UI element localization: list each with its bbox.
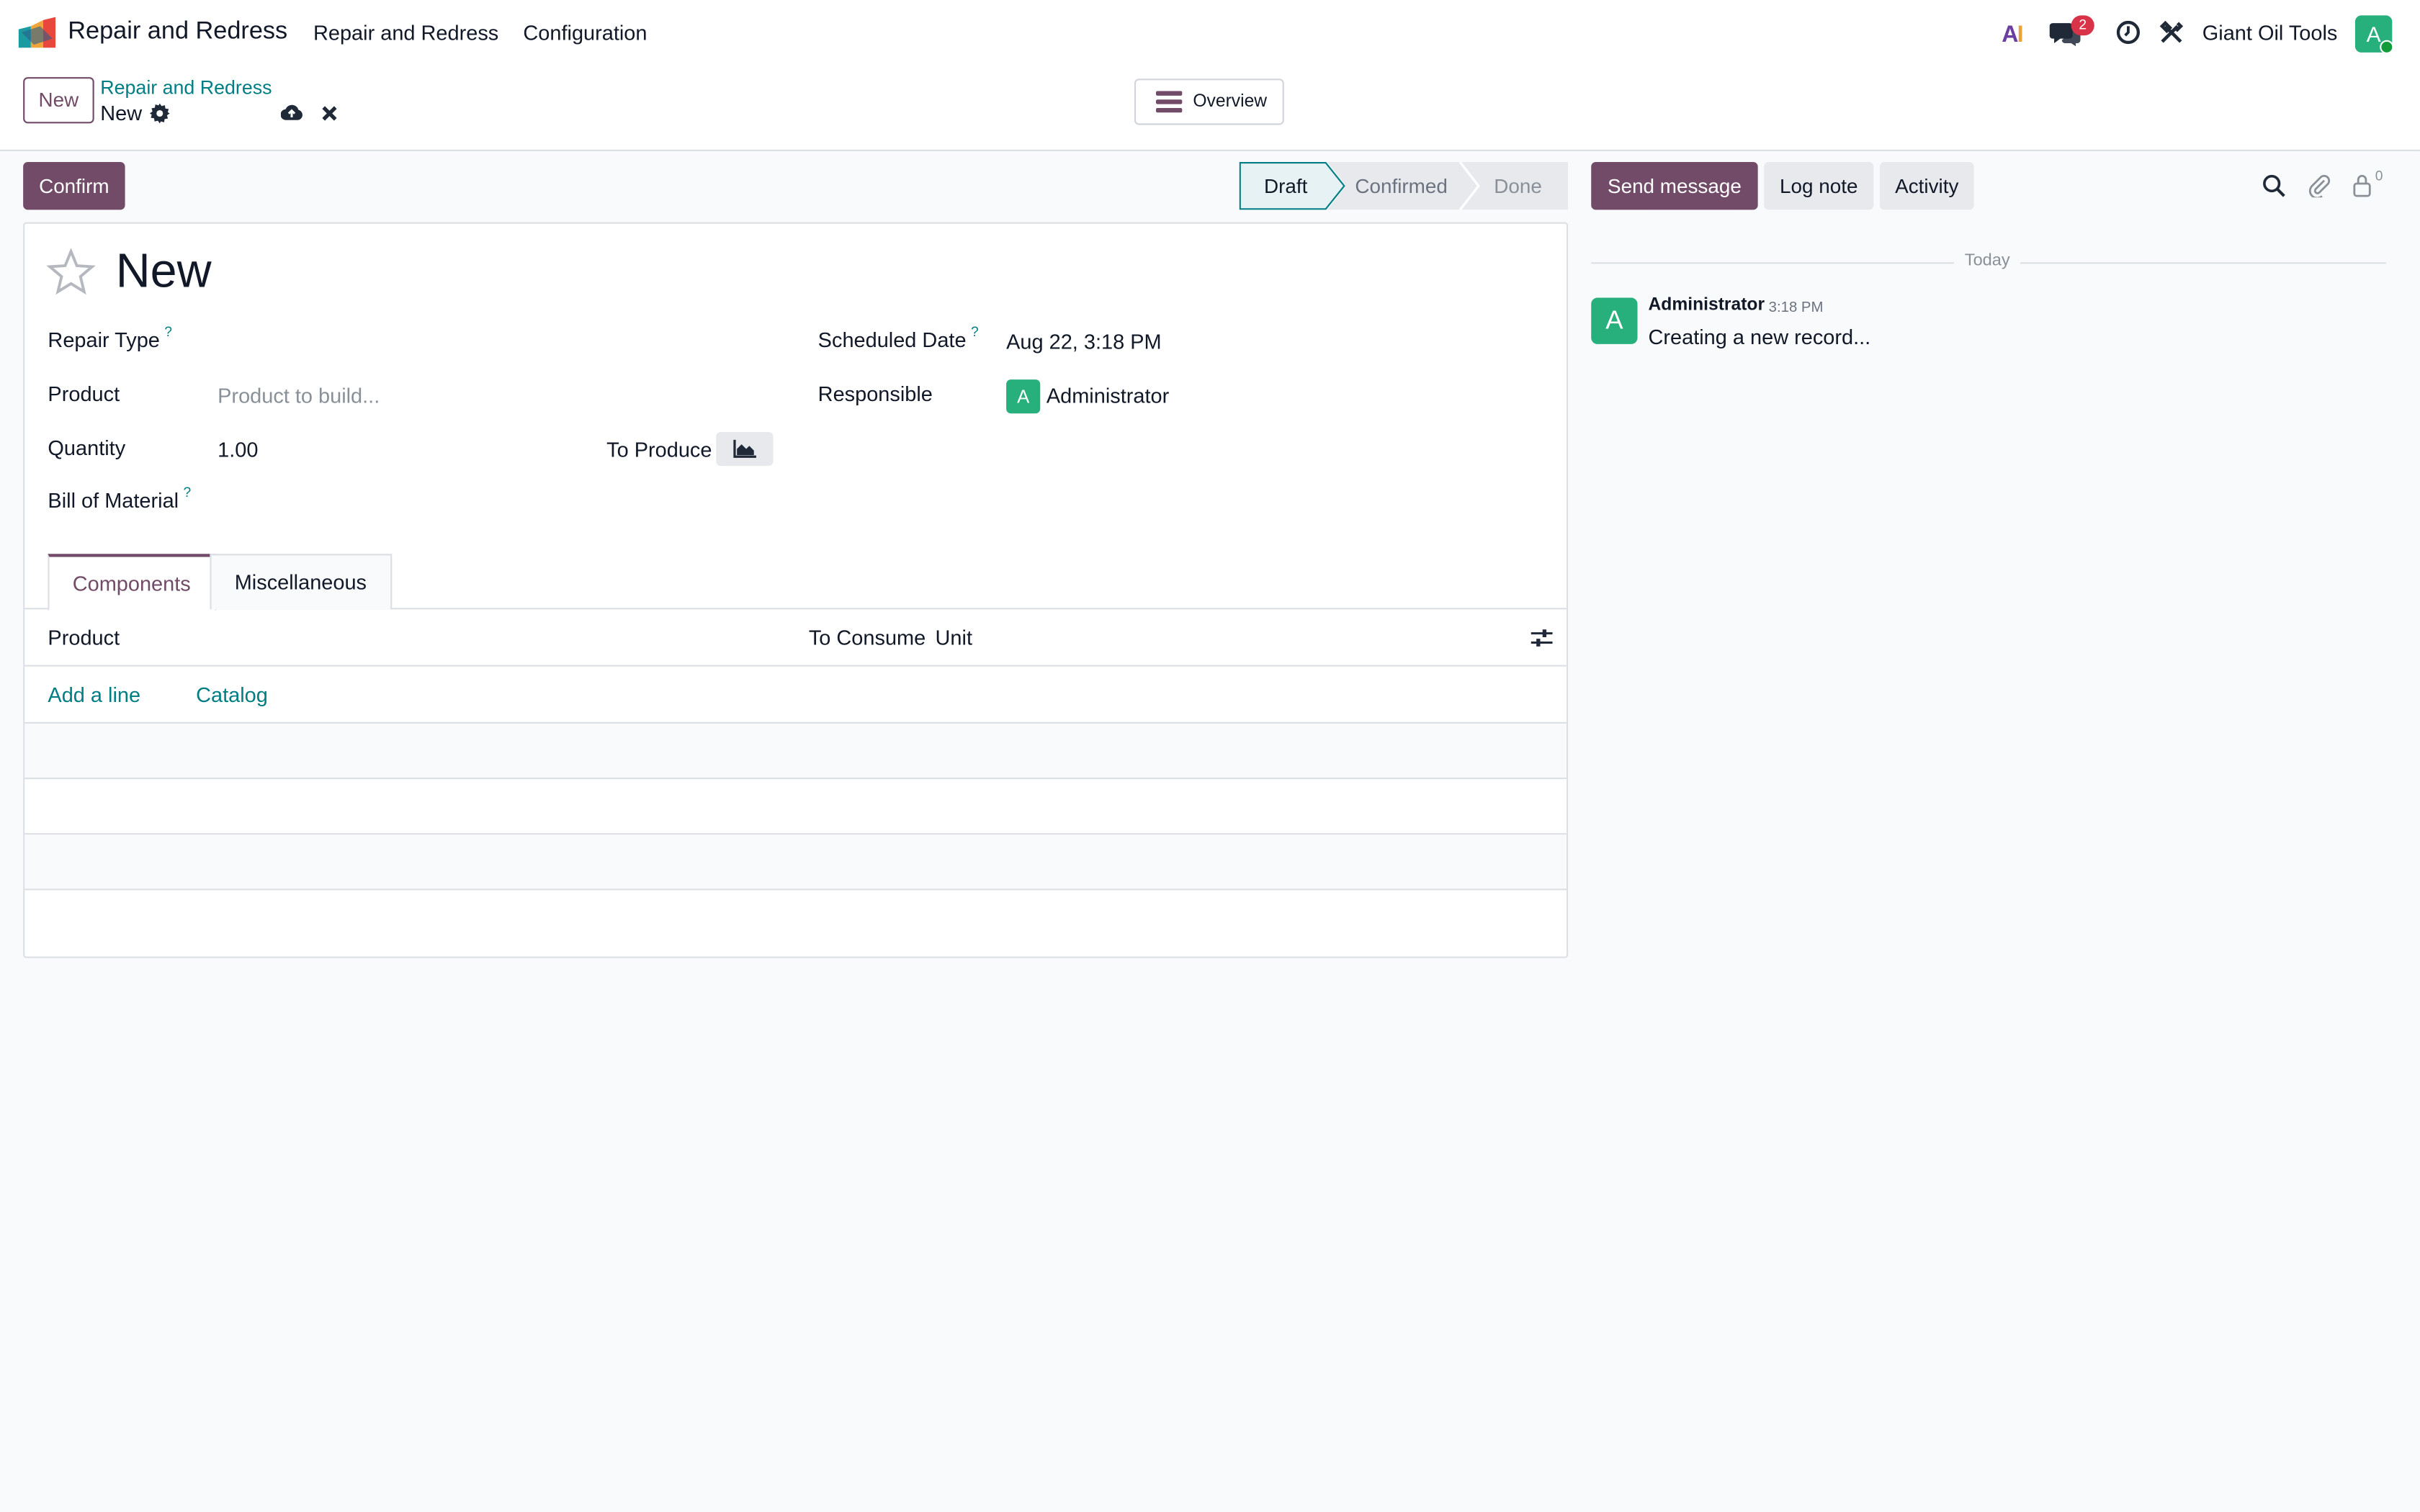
product-input[interactable]: Product to build... — [218, 384, 380, 408]
overview-button[interactable]: Overview — [1134, 78, 1284, 125]
empty-row — [24, 834, 1567, 891]
company-switcher[interactable]: Giant Oil Tools — [2202, 22, 2338, 45]
page: Repair and Redress Repair and Redress Co… — [0, 0, 2420, 1512]
ai-icon[interactable]: A I — [2002, 20, 2030, 45]
gear-icon[interactable] — [149, 103, 170, 124]
breadcrumb-current: New — [100, 102, 143, 125]
svg-text:I: I — [2017, 21, 2024, 45]
help-tooltip-icon[interactable]: ? — [971, 324, 979, 339]
help-tooltip-icon[interactable]: ? — [164, 324, 172, 339]
stage-confirmed[interactable]: Confirmed — [1355, 162, 1448, 210]
quantity-input[interactable]: 1.00 — [218, 438, 258, 462]
help-tooltip-icon[interactable]: ? — [184, 485, 192, 500]
message-time: 3:18 PM — [1768, 299, 1824, 317]
tools-icon[interactable] — [2159, 20, 2184, 45]
quantity-label: Quantity — [48, 436, 126, 460]
empty-row — [24, 723, 1567, 780]
column-to-consume[interactable]: To Consume — [809, 626, 926, 649]
new-button[interactable]: New — [23, 77, 94, 124]
svg-text:A: A — [2002, 21, 2018, 45]
search-icon[interactable] — [2262, 174, 2285, 197]
message-body: Creating a new record... — [1648, 325, 1871, 349]
record-title[interactable]: New — [116, 244, 212, 300]
message-author[interactable]: Administrator — [1649, 296, 1765, 315]
send-message-button[interactable]: Send message — [1591, 161, 1758, 210]
bill-of-material-label: Bill of Material? — [48, 484, 192, 513]
date-separator-label: Today — [1953, 251, 2021, 270]
confirm-button[interactable]: Confirm — [23, 161, 125, 210]
app-name[interactable]: Repair and Redress — [68, 19, 287, 47]
repair-type-label: Repair Type? — [48, 323, 173, 352]
activity-button[interactable]: Activity — [1879, 161, 1974, 210]
menu-lines-icon — [1155, 91, 1183, 113]
followers-count: 0 — [2375, 168, 2383, 184]
control-panel: New Repair and Redress New Overview — [0, 66, 2420, 151]
column-product[interactable]: Product — [48, 626, 120, 649]
online-status-indicator — [2380, 40, 2394, 54]
top-navbar: Repair and Redress Repair and Redress Co… — [0, 0, 2420, 67]
message-author-avatar[interactable]: A — [1591, 297, 1638, 344]
overview-label: Overview — [1193, 92, 1268, 112]
clock-icon[interactable] — [2116, 20, 2141, 45]
column-unit[interactable]: Unit — [936, 626, 972, 649]
stage-done[interactable]: Done — [1494, 162, 1542, 210]
responsible-avatar: A — [1006, 379, 1041, 414]
empty-row — [24, 779, 1567, 835]
save-cloud-icon[interactable] — [280, 104, 302, 122]
scheduled-date-input[interactable]: Aug 22, 3:18 PM — [1006, 330, 1162, 354]
add-line-row: Add a line Catalog — [24, 667, 1567, 724]
paperclip-icon[interactable] — [2307, 173, 2331, 198]
responsible-input[interactable]: Administrator — [1047, 384, 1169, 408]
log-note-button[interactable]: Log note — [1764, 161, 1874, 210]
components-table-header: Product To Consume Unit — [24, 609, 1567, 667]
discard-icon[interactable] — [321, 105, 339, 122]
follower-lock-icon[interactable] — [2352, 173, 2374, 197]
tab-components[interactable]: Components — [48, 554, 216, 611]
favorite-star-icon[interactable] — [46, 248, 96, 295]
notebook-tabs: Components Miscellaneous — [24, 554, 1567, 611]
menu-configuration[interactable]: Configuration — [523, 22, 647, 45]
scheduled-date-label: Scheduled Date? — [817, 323, 979, 352]
stage-draft[interactable]: Draft — [1264, 162, 1307, 210]
forecast-chart-button[interactable] — [716, 431, 774, 467]
breadcrumb-parent[interactable]: Repair and Redress — [100, 77, 272, 99]
catalog-link[interactable]: Catalog — [196, 683, 268, 706]
menu-repair-and-redress[interactable]: Repair and Redress — [313, 22, 498, 45]
tab-miscellaneous[interactable]: Miscellaneous — [210, 554, 392, 610]
add-line-link[interactable]: Add a line — [48, 683, 140, 706]
optional-columns-icon[interactable] — [1531, 628, 1553, 648]
product-label: Product — [48, 382, 120, 406]
messages-badge: 2 — [2071, 15, 2094, 36]
responsible-label: Responsible — [817, 382, 933, 406]
app-logo-icon[interactable] — [18, 17, 56, 48]
to-produce-label: To Produce — [606, 438, 712, 462]
area-chart-icon — [733, 439, 756, 458]
form-sheet: New Repair Type? Product Product to buil… — [23, 222, 1569, 958]
